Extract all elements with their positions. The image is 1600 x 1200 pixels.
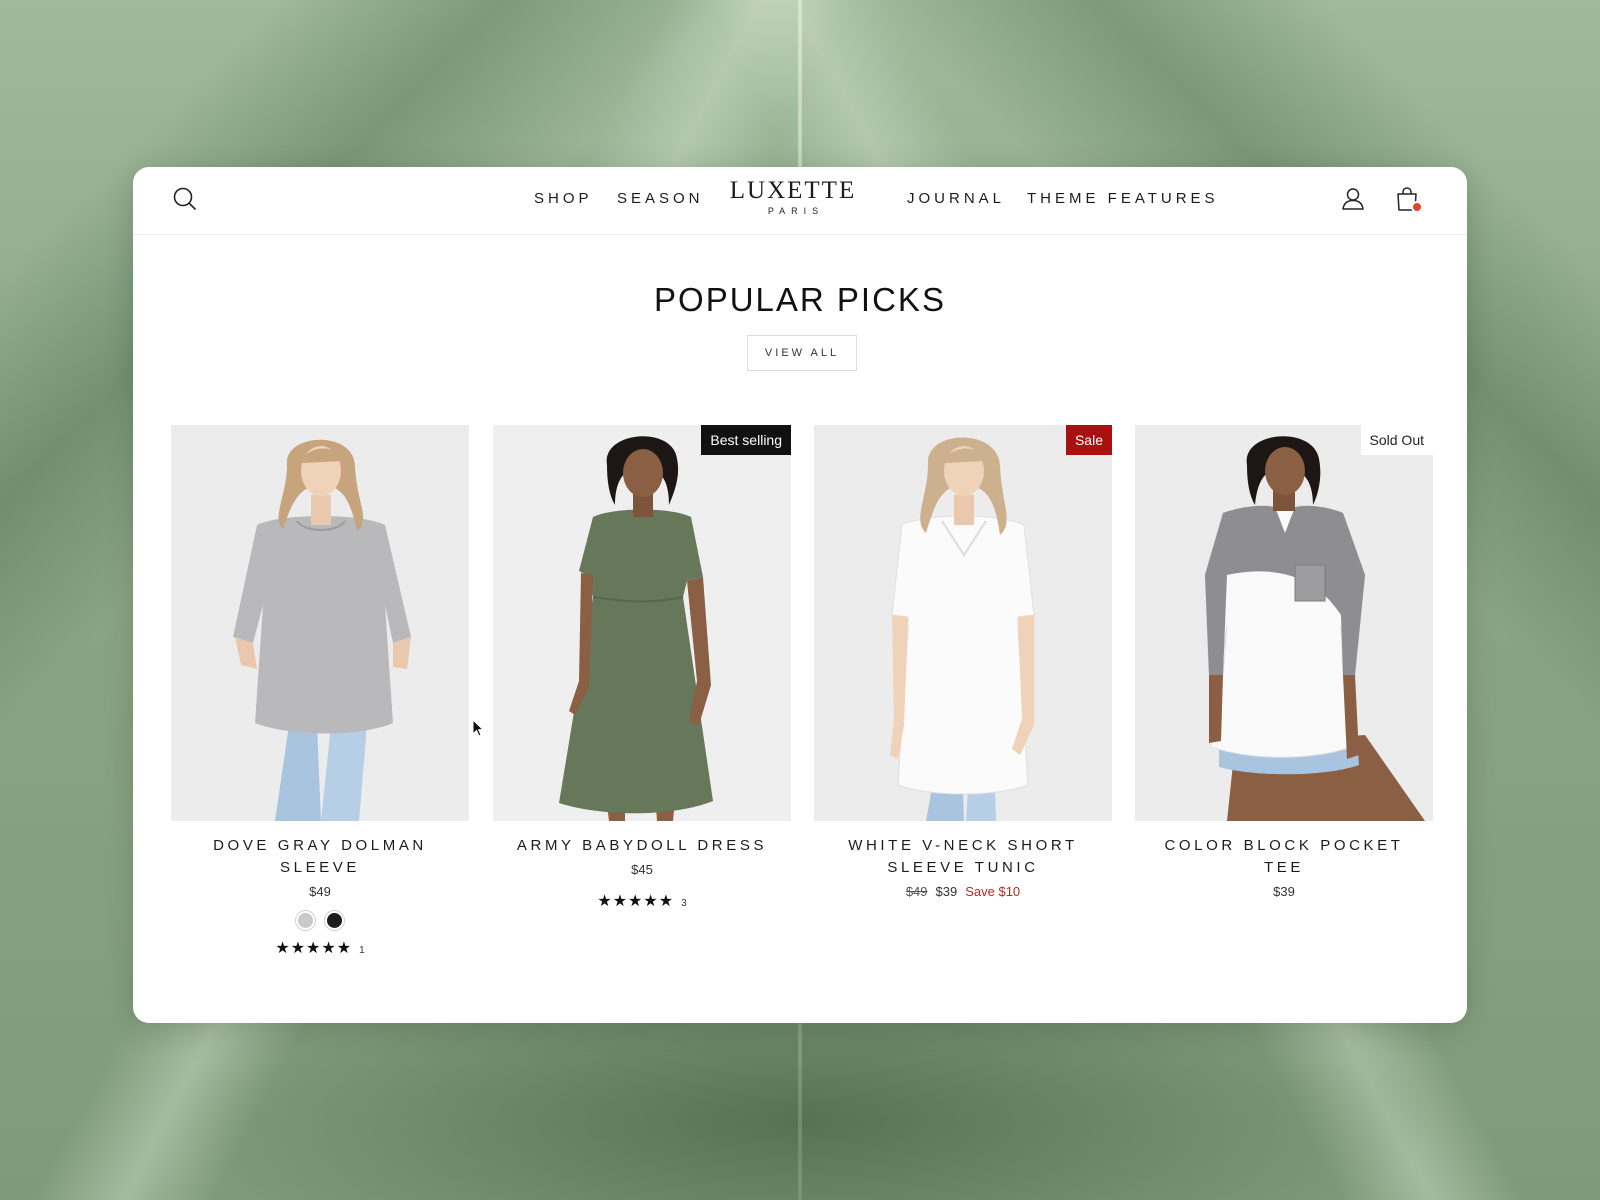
price-row: $49 <box>171 884 469 899</box>
model-green-dress-illustration <box>493 425 791 821</box>
save-amount: Save $10 <box>965 884 1021 899</box>
star-rating-icons: ★★★★★ <box>275 940 353 957</box>
cart-count-indicator <box>1411 201 1423 213</box>
product-name[interactable]: ARMY BABYDOLL DRESS <box>493 835 791 857</box>
cart-button[interactable] <box>1391 183 1423 215</box>
site-header: SHOP SEASON LUXETTE PARIS JOURNAL THEME … <box>133 167 1467 235</box>
star-rating-icons: ★★★★★ <box>597 893 675 910</box>
model-color-block-tee-illustration <box>1135 425 1433 821</box>
nav-season[interactable]: SEASON <box>617 190 704 207</box>
sale-badge: Sale <box>1065 425 1112 455</box>
price-row: $39 <box>1135 884 1433 899</box>
nav-journal[interactable]: JOURNAL <box>907 190 1005 207</box>
search-button[interactable] <box>169 183 201 215</box>
product-name[interactable]: COLOR BLOCK POCKET TEE <box>1135 835 1433 879</box>
price-row: $45 <box>493 862 791 877</box>
review-count: 3 <box>681 897 687 909</box>
review-count: 1 <box>359 944 365 956</box>
product-image[interactable]: Best selling <box>493 425 791 821</box>
logo-wordmark: LUXETTE <box>729 177 857 204</box>
product-price: $39 <box>935 884 958 899</box>
price-row: $49 $39 Save $10 <box>814 884 1112 899</box>
swatch-black[interactable] <box>325 911 344 930</box>
product-price: $45 <box>631 862 653 877</box>
color-swatches <box>171 911 469 930</box>
product-name[interactable]: WHITE V-NECK SHORT SLEEVE TUNIC <box>814 835 1112 879</box>
rating[interactable]: ★★★★★ 1 <box>171 938 469 958</box>
product-card[interactable]: DOVE GRAY DOLMAN SLEEVE $49 ★★★★★ 1 <box>171 425 469 958</box>
product-image[interactable]: Sold Out <box>1135 425 1433 821</box>
rating[interactable]: ★★★★★ 3 <box>493 891 791 911</box>
store-window: SHOP SEASON LUXETTE PARIS JOURNAL THEME … <box>133 167 1467 1023</box>
nav-theme-features[interactable]: THEME FEATURES <box>1027 190 1219 207</box>
store-logo[interactable]: LUXETTE PARIS <box>723 177 863 217</box>
model-gray-top-illustration <box>171 425 469 821</box>
logo-subtitle: PARIS <box>767 206 825 216</box>
product-card[interactable]: Sale WHITE V-NECK SHORT SLEEVE TUNIC $49… <box>814 425 1112 899</box>
product-card[interactable]: Best selling ARMY BABYDOLL DRESS $45 ★★★… <box>493 425 791 911</box>
user-icon <box>1342 188 1364 210</box>
account-button[interactable] <box>1337 183 1369 215</box>
nav-shop[interactable]: SHOP <box>534 190 593 207</box>
view-all-button[interactable]: VIEW ALL <box>747 335 857 371</box>
product-price: $39 <box>1273 884 1295 899</box>
model-white-tunic-illustration <box>814 425 1112 821</box>
compare-at-price: $49 <box>905 884 928 899</box>
product-image[interactable]: Sale <box>814 425 1112 821</box>
swatch-gray[interactable] <box>296 911 315 930</box>
sold-out-badge: Sold Out <box>1360 425 1433 455</box>
section-title: POPULAR PICKS <box>654 281 946 318</box>
mouse-cursor-icon <box>472 719 484 737</box>
product-price: $49 <box>309 884 331 899</box>
product-name[interactable]: DOVE GRAY DOLMAN SLEEVE <box>171 835 469 879</box>
search-icon <box>173 187 196 210</box>
product-image[interactable] <box>171 425 469 821</box>
best-selling-badge: Best selling <box>701 425 791 455</box>
product-card[interactable]: Sold Out COLOR BLOCK POCKET TEE $39 <box>1135 425 1433 899</box>
